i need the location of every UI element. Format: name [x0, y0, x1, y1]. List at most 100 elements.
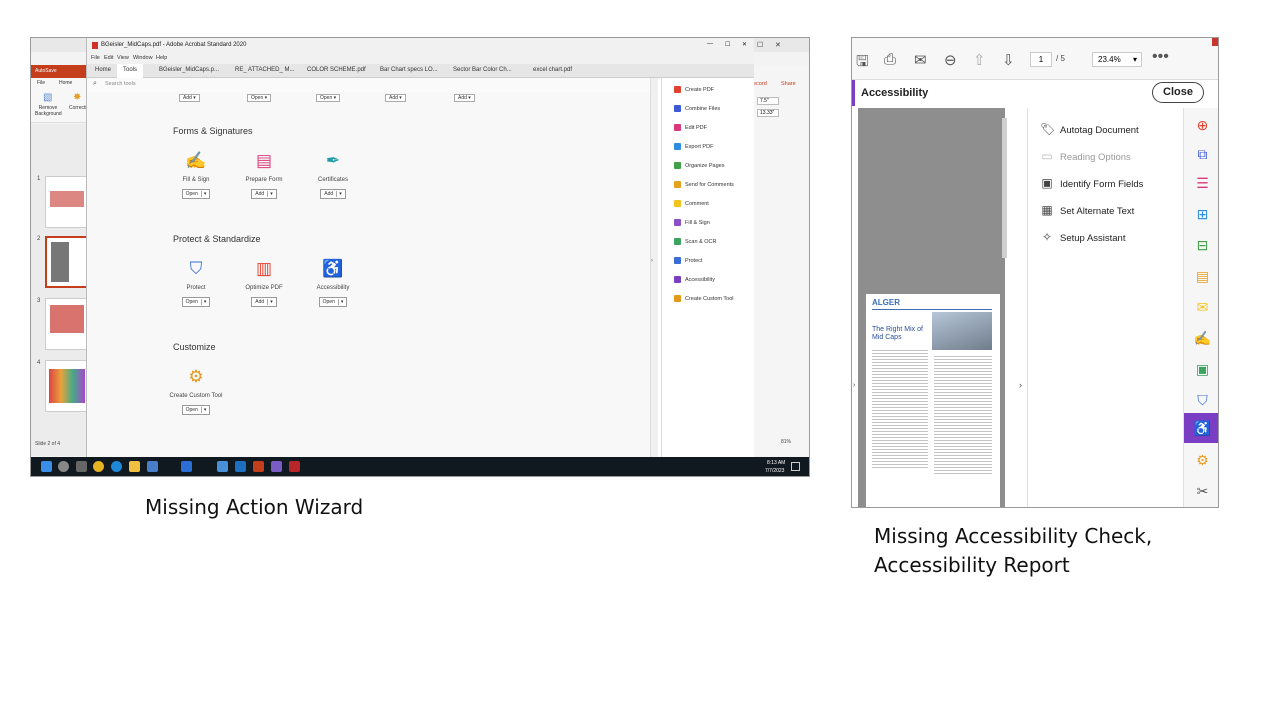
tab-home[interactable]: Home	[89, 64, 117, 78]
pane-item-edit-pdf[interactable]: Edit PDF	[674, 124, 707, 134]
export-pdf-icon[interactable]: ⊞	[1184, 201, 1218, 227]
task-view-icon[interactable]	[76, 461, 87, 472]
share-button[interactable]: Share	[781, 81, 796, 87]
slide-thumbnail-3[interactable]	[45, 298, 89, 350]
tool-create-custom-tool[interactable]: ⚙ Create Custom Tool Open ▾	[161, 368, 231, 415]
print-icon[interactable]: ⎙	[884, 51, 896, 68]
comment-icon[interactable]: ✉	[1184, 294, 1218, 320]
notification-icon[interactable]	[791, 462, 800, 471]
document-scrollbar[interactable]	[1002, 118, 1007, 258]
remove-background-button[interactable]: Remove Background	[35, 105, 62, 117]
slide-thumbnail-4[interactable]	[45, 360, 89, 412]
fill-sign-icon[interactable]: ✍	[1184, 325, 1218, 351]
close-button[interactable]: Close	[1152, 82, 1204, 103]
add-button[interactable]: Add ▾	[320, 189, 346, 199]
edge-icon[interactable]	[111, 461, 122, 472]
ribbon-tab-home[interactable]: Home	[59, 80, 72, 86]
combine-files-icon[interactable]: ⧉	[1184, 141, 1218, 167]
ribbon-tab-file[interactable]: File	[37, 80, 45, 86]
setup-assistant-item[interactable]: ✧ Setup Assistant	[1040, 230, 1126, 246]
tool-button[interactable]: Open ▾	[316, 94, 341, 102]
chrome-icon[interactable]	[93, 461, 104, 472]
tab-document-3[interactable]: COLOR SCHEME.pdf	[301, 64, 367, 78]
tab-document-1[interactable]: BGeisler_MidCaps.p...	[153, 64, 221, 78]
powerpoint-icon[interactable]	[253, 461, 264, 472]
pane-item-export-pdf[interactable]: Export PDF	[674, 143, 713, 153]
tab-document-2[interactable]: RE_ ATTACHED_ M...	[229, 64, 295, 78]
maximize-icon[interactable]: ☐	[725, 41, 730, 48]
zoom-select[interactable]: 23.4% ▾	[1092, 52, 1142, 67]
visio-icon[interactable]	[271, 461, 282, 472]
word-icon[interactable]	[181, 461, 192, 472]
pane-item-send-for-comments[interactable]: Send for Comments	[674, 181, 734, 191]
pane-item-combine-files[interactable]: Combine Files	[674, 105, 720, 115]
pane-item-protect[interactable]: Protect	[674, 257, 702, 267]
pane-item-create-custom-tool[interactable]: Create Custom Tool	[674, 295, 734, 305]
tool-button[interactable]: Add ▾	[385, 94, 406, 102]
pane-item-comment[interactable]: Comment	[674, 200, 709, 210]
collapse-pane-icon[interactable]: ›	[651, 258, 653, 264]
tool-fill-sign[interactable]: ✍ Fill & Sign Open ▾	[161, 152, 231, 199]
pane-item-create-pdf[interactable]: Create PDF	[674, 86, 714, 96]
accessibility-icon[interactable]: ♿	[1184, 413, 1218, 443]
search-icon[interactable]	[58, 461, 69, 472]
organize-icon[interactable]: ☰	[1184, 170, 1218, 196]
pane-item-scan-ocr[interactable]: Scan & OCR	[674, 238, 716, 248]
acrobat-icon[interactable]	[289, 461, 300, 472]
tools-scrollbar[interactable]: ›	[650, 78, 658, 457]
previous-page-icon[interactable]: ⇧	[973, 51, 986, 69]
mail-icon[interactable]	[147, 461, 158, 472]
protect-icon[interactable]: ⛉	[1184, 387, 1218, 413]
file-explorer-icon[interactable]	[129, 461, 140, 472]
identify-form-fields-item[interactable]: ▣ Identify Form Fields	[1040, 176, 1143, 192]
pane-item-accessibility[interactable]: Accessibility	[674, 276, 715, 286]
custom-tool-icon[interactable]: ⚙	[1184, 447, 1218, 473]
save-icon[interactable]: 🖫	[856, 51, 869, 76]
width-field[interactable]: 13.33"	[757, 109, 779, 117]
tab-document-5[interactable]: Sector Bar Color Ch...	[447, 64, 515, 78]
slide-thumbnail-2[interactable]	[45, 236, 89, 288]
set-alternate-text-item[interactable]: ▦ Set Alternate Text	[1040, 203, 1134, 219]
add-button[interactable]: Add ▾	[251, 189, 277, 199]
email-icon[interactable]: ✉	[914, 51, 927, 69]
menu-view[interactable]: View	[117, 55, 129, 61]
close-window-icon[interactable]: ✕	[775, 41, 781, 49]
menu-help[interactable]: Help	[156, 55, 167, 61]
maximize-window-icon[interactable]: ☐	[757, 41, 763, 49]
tool-button[interactable]: Add ▾	[179, 94, 200, 102]
pane-item-fill-sign[interactable]: Fill & Sign	[674, 219, 710, 229]
tab-tools[interactable]: Tools	[117, 64, 144, 78]
tool-certificates[interactable]: ✒ Certificates Add ▾	[298, 152, 368, 199]
add-button[interactable]: Add ▾	[251, 297, 277, 307]
tab-document-6[interactable]: excel chart.pdf	[527, 64, 587, 78]
send-for-comments-icon[interactable]: ▤	[1184, 263, 1218, 289]
pane-item-organize-pages[interactable]: Organize Pages	[674, 162, 724, 172]
tool-button[interactable]: Open ▾	[247, 94, 272, 102]
scan-ocr-icon[interactable]: ▣	[1184, 356, 1218, 382]
create-pdf-icon[interactable]: ⊕	[1184, 112, 1218, 138]
expand-left-icon[interactable]: ›	[853, 382, 855, 389]
outlook-icon[interactable]	[217, 461, 228, 472]
teams-icon[interactable]	[235, 461, 246, 472]
open-button[interactable]: Open ▾	[318, 297, 348, 307]
collapse-right-icon[interactable]: ›	[1019, 380, 1022, 390]
start-icon[interactable]	[41, 461, 52, 472]
page-number-input[interactable]: 1	[1030, 52, 1052, 67]
tool-button[interactable]: Add ▾	[454, 94, 475, 102]
menu-window[interactable]: Window	[133, 55, 153, 61]
organize-pages-icon[interactable]: ⊟	[1184, 232, 1218, 258]
search-tools-input[interactable]: Search tools	[105, 81, 136, 87]
record-button[interactable]: ecord	[753, 81, 767, 87]
tool-accessibility[interactable]: ♿ Accessibility Open ▾	[298, 260, 368, 307]
height-field[interactable]: 7.5"	[757, 97, 779, 105]
tool-prepare-form[interactable]: ▤ Prepare Form Add ▾	[229, 152, 299, 199]
next-page-icon[interactable]: ⇩	[1002, 51, 1015, 69]
open-button[interactable]: Open ▾	[181, 405, 211, 415]
menu-edit[interactable]: Edit	[104, 55, 113, 61]
tool-optimize-pdf[interactable]: ▥ Optimize PDF Add ▾	[229, 260, 299, 307]
minimize-icon[interactable]: —	[707, 41, 713, 47]
autotag-document-item[interactable]: 🏷 Autotag Document	[1040, 122, 1139, 138]
menu-file[interactable]: File	[91, 55, 100, 61]
open-button[interactable]: Open ▾	[181, 189, 211, 199]
more-tools-icon[interactable]: ✂	[1184, 478, 1218, 504]
